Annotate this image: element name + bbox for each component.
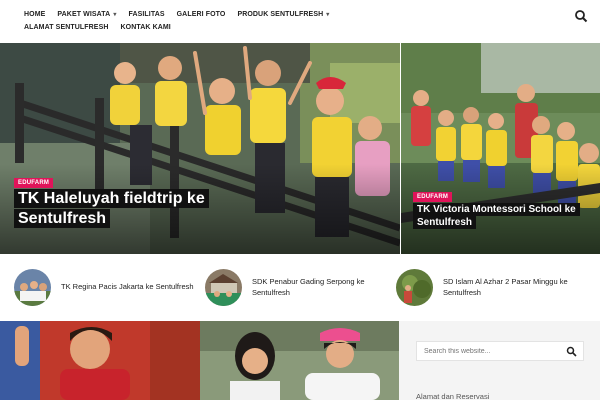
featured-post-side[interactable]: EDUFARM TK Victoria Montessori School ke…: [401, 43, 600, 254]
nav-label: ALAMAT SENTULFRESH: [24, 24, 109, 31]
nav-item-kontak-kami[interactable]: KONTAK KAMI: [121, 24, 171, 31]
mini-post-thumbnail: [14, 269, 51, 306]
featured-title[interactable]: TK Victoria Montessori School ke Sentulf…: [413, 203, 598, 229]
nav-label: FASILITAS: [128, 11, 165, 18]
nav-label: PAKET WISATA: [57, 11, 111, 18]
featured-post-main[interactable]: EDUFARM TK Haleluyah fieldtrip ke Sentul…: [0, 43, 400, 254]
nav-item-produk-sentulfresh[interactable]: PRODUK SENTULFRESH ▾: [237, 11, 329, 18]
post-image-girls-pink-hat[interactable]: [200, 321, 399, 400]
mini-post-title: SDK Penabur Gading Serpong ke Sentulfres…: [252, 276, 365, 297]
search-input[interactable]: [417, 347, 557, 355]
nav-item-fasilitas[interactable]: FASILITAS: [128, 11, 164, 18]
nav-label: PRODUK SENTULFRESH: [237, 11, 324, 18]
post-image-child-red-shirt[interactable]: [0, 321, 200, 400]
chevron-down-icon: ▾: [326, 12, 330, 18]
nav-label: GALERI FOTO: [176, 11, 226, 18]
nav-row-secondary: ALAMAT SENTULFRESH KONTAK KAMI: [24, 24, 183, 31]
search-icon[interactable]: [574, 9, 588, 23]
nav-item-home[interactable]: HOME: [24, 11, 45, 18]
nav-item-galeri-foto[interactable]: GALERI FOTO: [177, 11, 226, 18]
mini-post-title: SD Islam Al Azhar 2 Pasar Minggu ke Sent…: [443, 276, 568, 297]
featured-title[interactable]: TK Haleluyah fieldtrip ke Sentulfresh: [14, 189, 254, 229]
main-navigation: HOME PAKET WISATA ▾ FASILITAS GALERI FOTO…: [0, 0, 600, 42]
nav-row-primary: HOME PAKET WISATA ▾ FASILITAS GALERI FOTO…: [24, 11, 341, 18]
mini-post-thumbnail: [396, 269, 433, 306]
mini-post[interactable]: TK Regina Pacis Jakarta ke Sentulfresh: [14, 269, 196, 306]
nav-item-alamat-sentulfresh[interactable]: ALAMAT SENTULFRESH: [24, 24, 109, 31]
mini-post-title: TK Regina Pacis Jakarta ke Sentulfresh: [61, 282, 194, 292]
sidebar-search-form: [416, 341, 584, 361]
mini-post[interactable]: SDK Penabur Gading Serpong ke Sentulfres…: [205, 269, 387, 306]
nav-label: KONTAK KAMI: [120, 24, 171, 31]
search-icon[interactable]: [566, 346, 577, 357]
featured-title-text: TK Haleluyah fieldtrip ke Sentulfresh: [14, 189, 209, 228]
category-badge[interactable]: EDUFARM: [14, 178, 54, 188]
featured-title-text: TK Victoria Montessori School ke Sentulf…: [413, 203, 580, 229]
category-badge[interactable]: EDUFARM: [413, 192, 453, 202]
nav-item-paket-wisata[interactable]: PAKET WISATA ▾: [57, 11, 116, 18]
mini-post[interactable]: SD Islam Al Azhar 2 Pasar Minggu ke Sent…: [396, 269, 578, 306]
nav-label: HOME: [24, 11, 46, 18]
chevron-down-icon: ▾: [113, 12, 117, 18]
mini-post-thumbnail: [205, 269, 242, 306]
